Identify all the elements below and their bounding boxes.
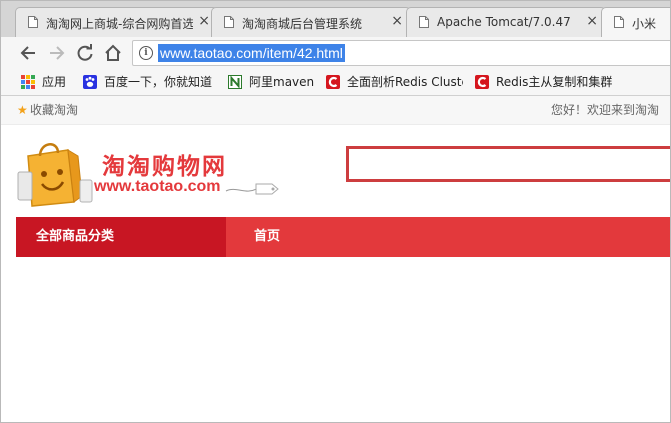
favorite-label: 收藏淘淘 [30,103,79,117]
nav-home-link[interactable]: 首页 [254,217,280,257]
main-nav: 全部商品分类 首页 [16,217,670,257]
page-icon [419,16,429,28]
csdn-icon [475,75,489,89]
page-icon [224,16,234,28]
tab-admin[interactable]: 淘淘商城后台管理系统 × [211,7,411,37]
star-icon: ★ [17,103,28,117]
tab-strip: 淘淘网上商城-综合网购首选 × 淘淘商城后台管理系统 × Apache Tomc… [1,1,670,37]
search-input[interactable] [346,146,670,182]
bookmark-label: Redis主从复制和集群 [496,75,613,89]
shopping-bag-icon [17,143,93,207]
bookmark-redis-replication[interactable]: Redis主从复制和集群 [475,73,615,91]
forward-arrow-icon[interactable] [45,43,67,63]
bookmark-label: 应用 [42,75,67,89]
close-icon[interactable]: × [586,13,598,29]
address-bar[interactable]: i www.taotao.com/item/42.html [132,40,670,66]
baidu-paw-icon [83,75,97,89]
page-icon [614,16,624,28]
url-text[interactable]: www.taotao.com/item/42.html [158,44,345,62]
tab-tomcat[interactable]: Apache Tomcat/7.0.47 × [406,7,606,37]
tab-title: 小米 [632,17,657,31]
tab-title: 淘淘商城后台管理系统 [242,17,363,31]
page-content: ★ 收藏淘淘 您好！欢迎来到淘淘 淘淘购物网 www.taotao.com 全部… [1,96,670,422]
reload-icon[interactable] [74,43,96,63]
tab-taotao-home[interactable]: 淘淘网上商城-综合网购首选 × [15,7,218,37]
nexus-icon [228,75,242,89]
all-categories-button[interactable]: 全部商品分类 [16,217,226,257]
logo-domain: www.taotao.com [94,178,221,195]
home-icon[interactable] [102,43,124,63]
browser-toolbar: i www.taotao.com/item/42.html [1,37,670,69]
tab-title: Apache Tomcat/7.0.47 [437,15,571,29]
bookmark-label: 全面剖析Redis Cluster [347,75,463,89]
tab-xiaomi[interactable]: 小米 [601,7,670,37]
site-topbar: ★ 收藏淘淘 您好！欢迎来到淘淘 [1,96,670,125]
site-logo[interactable]: 淘淘购物网 www.taotao.com [16,136,281,208]
apps-grid-icon [21,75,35,89]
bookmark-label: 阿里maven [249,75,315,89]
bookmark-redis-cluster[interactable]: 全面剖析Redis Cluster [326,73,463,91]
welcome-text: 您好！欢迎来到淘淘 [551,103,660,117]
back-arrow-icon[interactable] [18,43,40,63]
page-icon [28,16,38,28]
price-tag-icon [225,183,279,195]
bookmark-label: 百度一下，你就知道 [104,75,213,89]
close-icon[interactable]: × [198,13,210,29]
info-icon[interactable]: i [139,46,153,60]
close-icon[interactable]: × [391,13,403,29]
bookmarks-bar: 应用 百度一下，你就知道 阿里maven 全面剖析Redis Cluster R… [1,69,670,96]
csdn-icon [326,75,340,89]
tab-title: 淘淘网上商城-综合网购首选 [46,17,193,31]
browser-window: 淘淘网上商城-综合网购首选 × 淘淘商城后台管理系统 × Apache Tomc… [0,0,671,423]
logo-title: 淘淘购物网 [102,154,227,180]
